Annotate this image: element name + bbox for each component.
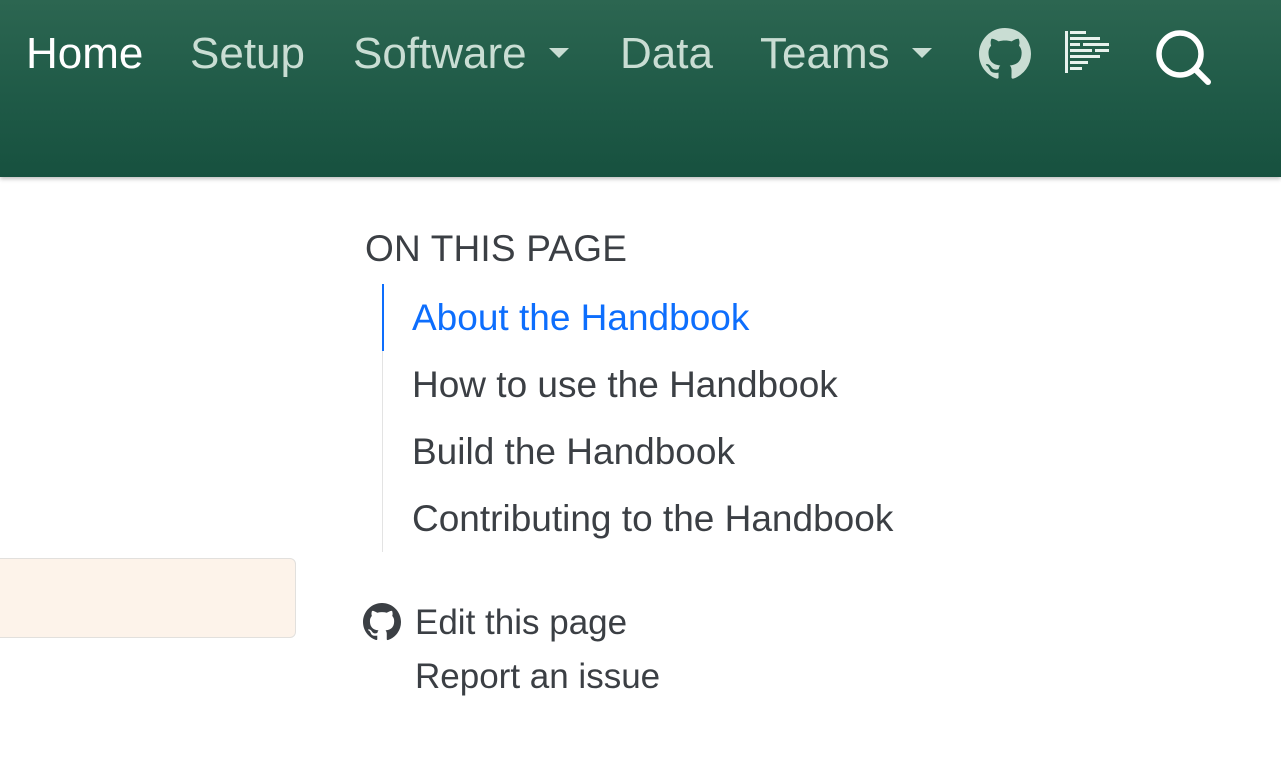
sidebar-callout-box xyxy=(0,558,296,638)
github-icon[interactable] xyxy=(979,28,1031,80)
report-issue-link[interactable]: Report an issue xyxy=(363,652,660,706)
nav-software-label: Software xyxy=(353,29,527,78)
top-navbar: Home Setup Software Data Teams xyxy=(0,0,1281,177)
toc-item-build[interactable]: Build the Handbook xyxy=(382,418,1083,485)
edit-page-link[interactable]: Edit this page xyxy=(363,598,660,652)
toc-list: About the Handbook How to use the Handbo… xyxy=(382,284,1083,552)
docs-list-icon[interactable] xyxy=(1065,30,1111,74)
toc-heading: ON THIS PAGE xyxy=(365,228,628,269)
toc-item-contributing[interactable]: Contributing to the Handbook xyxy=(382,485,1083,552)
caret-down-icon xyxy=(911,48,932,59)
caret-down-icon xyxy=(548,48,569,59)
github-icon xyxy=(363,602,401,641)
nav-setup[interactable]: Setup xyxy=(190,26,305,82)
toc-item-how-to-use[interactable]: How to use the Handbook xyxy=(382,351,1083,418)
nav-home[interactable]: Home xyxy=(26,26,143,82)
page-actions: Edit this page Report an issue xyxy=(363,598,660,706)
nav-data[interactable]: Data xyxy=(620,26,713,82)
edit-page-label: Edit this page xyxy=(415,603,628,642)
toc-item-about[interactable]: About the Handbook xyxy=(382,284,1083,351)
nav-software-dropdown[interactable]: Software xyxy=(353,26,569,82)
search-icon[interactable] xyxy=(1154,28,1212,86)
nav-teams-dropdown[interactable]: Teams xyxy=(760,26,932,82)
nav-teams-label: Teams xyxy=(760,29,890,78)
